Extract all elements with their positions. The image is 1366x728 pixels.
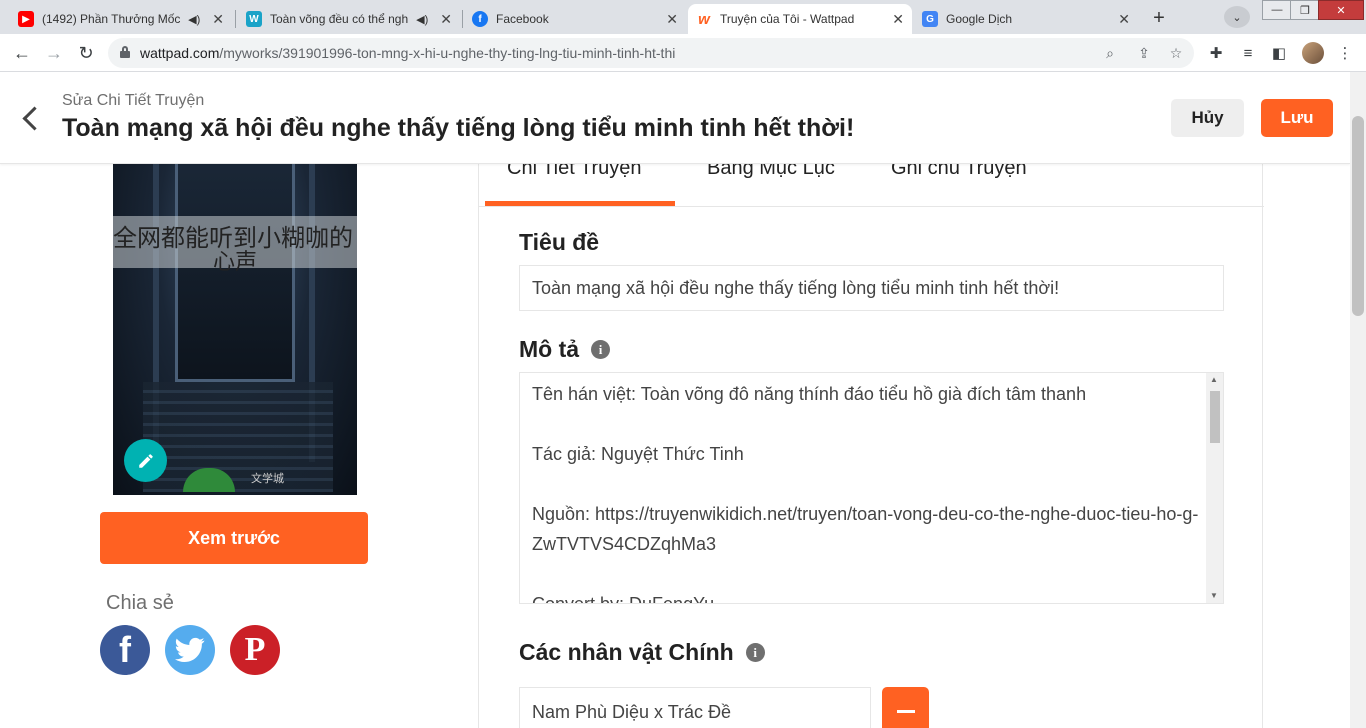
title-label: Tiêu đề	[519, 229, 600, 255]
description-line: Tác giả: Nguyệt Thức Tinh	[532, 444, 744, 464]
bookmark-star-icon[interactable]: ☆	[1166, 43, 1186, 63]
maximize-icon[interactable]: ❐	[1290, 0, 1320, 20]
back-chevron-icon[interactable]	[20, 104, 44, 134]
pencil-icon	[138, 453, 153, 468]
page-content: Chi Tiết Truyện Bảng Mục Lục Ghi chú Tru…	[0, 72, 1350, 728]
speaker-icon[interactable]: ◀)	[416, 13, 428, 26]
description-line: Tên hán việt: Toàn võng đô năng thính đá…	[532, 384, 1087, 404]
cover-title-line2: 心声	[212, 250, 257, 275]
pinterest-share-icon[interactable]: P	[230, 625, 280, 675]
title-input[interactable]: Toàn mạng xã hội đều nghe thấy tiếng lòn…	[519, 265, 1224, 311]
browser-tab-facebook[interactable]: f Facebook ✕	[464, 4, 686, 34]
share-icon[interactable]: ⇪	[1134, 43, 1154, 63]
close-window-icon[interactable]: ✕	[1318, 0, 1364, 20]
browser-tab-title: Google Dịch	[946, 12, 1013, 26]
address-bar[interactable]: wattpad.com/myworks/391901996-ton-mng-x-…	[108, 38, 1194, 68]
page-scrollbar-thumb[interactable]	[1352, 116, 1364, 316]
scrollbar-thumb[interactable]	[1210, 391, 1220, 443]
extensions-puzzle-icon[interactable]: ✚	[1205, 43, 1227, 63]
info-icon[interactable]: i	[745, 643, 765, 662]
cancel-button[interactable]: Hủy	[1171, 99, 1244, 137]
forward-arrow-icon[interactable]: →	[40, 40, 68, 66]
scroll-down-icon[interactable]: ▼	[1210, 591, 1218, 600]
close-tab-icon[interactable]: ✕	[212, 11, 224, 28]
youtube-icon: ▶	[18, 11, 34, 27]
close-tab-icon[interactable]: ✕	[666, 11, 678, 28]
twitter-share-icon[interactable]	[165, 625, 215, 675]
facebook-icon: f	[472, 11, 488, 27]
browser-tab-title: (1492) Phần Thưởng Mốc	[42, 12, 181, 26]
cover-art	[143, 382, 333, 492]
browser-menu-icon[interactable]: ⋮	[1334, 43, 1356, 63]
speaker-icon[interactable]: ◀)	[188, 13, 200, 26]
wikidich-icon: W	[246, 11, 262, 27]
page-title: Toàn mạng xã hội đều nghe thấy tiếng lòn…	[62, 114, 855, 142]
description-label-row: Mô tả i	[519, 336, 611, 363]
description-text: Tên hán việt: Toàn võng đô năng thính đá…	[532, 379, 1204, 604]
active-tab-indicator	[485, 201, 675, 206]
reload-icon[interactable]: ↻	[72, 40, 100, 66]
character-input[interactable]: Nam Phù Diệu x Trác Đề	[519, 687, 871, 728]
url-path: /myworks/391901996-ton-mng-x-hi-u-nghe-t…	[219, 45, 676, 61]
share-label: Chia sẻ	[106, 592, 174, 614]
facebook-share-icon[interactable]: f	[100, 625, 150, 675]
minimize-icon[interactable]: —	[1262, 0, 1292, 20]
browser-tab-youtube[interactable]: ▶ (1492) Phần Thưởng Mốc ◀) ✕	[10, 4, 232, 34]
close-tab-icon[interactable]: ✕	[440, 11, 452, 28]
description-line	[532, 559, 1204, 589]
minus-icon	[896, 709, 915, 713]
browser-tab-bar: ▶ (1492) Phần Thưởng Mốc ◀) ✕ W Toàn võn…	[0, 0, 1366, 34]
save-button[interactable]: Lưu	[1261, 99, 1333, 137]
description-line	[532, 469, 1204, 499]
browser-tab-google-translate[interactable]: G Google Dịch ✕	[914, 4, 1138, 34]
tab-search-icon[interactable]: ⌄	[1224, 6, 1250, 28]
description-label: Mô tả	[519, 336, 580, 362]
profile-avatar[interactable]	[1302, 42, 1324, 64]
google-translate-icon: G	[922, 11, 938, 27]
browser-toolbar: ← → ↻ wattpad.com/myworks/391901996-ton-…	[0, 34, 1366, 72]
zoom-icon[interactable]: ⌕	[1100, 43, 1120, 63]
characters-label: Các nhân vật Chính	[519, 639, 734, 665]
lock-icon[interactable]	[120, 46, 130, 58]
browser-tab-wikidich[interactable]: W Toàn võng đều có thể ngh ◀) ✕	[238, 4, 460, 34]
story-details-panel: Chi Tiết Truyện Bảng Mục Lục Ghi chú Tru…	[478, 112, 1264, 728]
description-line	[532, 409, 1204, 439]
page-scrollbar[interactable]	[1350, 72, 1366, 728]
edit-cover-button[interactable]	[124, 439, 167, 482]
url-host: wattpad.com	[140, 45, 220, 61]
cover-publisher: 文学城	[251, 473, 284, 485]
media-control-icon[interactable]: ≡	[1237, 43, 1259, 63]
scroll-up-icon[interactable]: ▲	[1210, 375, 1218, 384]
new-tab-icon[interactable]: +	[1146, 6, 1172, 30]
characters-label-row: Các nhân vật Chính i	[519, 639, 765, 666]
remove-character-button[interactable]	[882, 687, 929, 728]
browser-tab-title: Facebook	[496, 12, 549, 26]
close-tab-icon[interactable]: ✕	[1118, 11, 1130, 28]
url-text[interactable]: wattpad.com/myworks/391901996-ton-mng-x-…	[140, 45, 675, 61]
preview-button[interactable]: Xem trước	[100, 512, 368, 564]
description-textarea[interactable]: Tên hán việt: Toàn võng đô năng thính đá…	[519, 372, 1224, 604]
side-panel-icon[interactable]: ◧	[1268, 43, 1290, 63]
tab-separator	[462, 10, 463, 28]
tab-separator	[235, 10, 236, 28]
browser-tab-title: Truyện của Tôi - Wattpad	[720, 12, 855, 26]
description-line: Convert by: DuFengYu	[532, 594, 715, 604]
back-arrow-icon[interactable]: ←	[8, 40, 36, 66]
page-subtitle: Sửa Chi Tiết Truyện	[62, 92, 205, 109]
description-scrollbar[interactable]: ▲ ▼	[1206, 373, 1223, 603]
wattpad-icon: w	[698, 10, 710, 28]
browser-tab-wattpad[interactable]: w Truyện của Tôi - Wattpad ✕	[688, 4, 912, 34]
twitter-bird-icon	[175, 637, 205, 662]
info-icon[interactable]: i	[591, 340, 611, 359]
description-line: Nguồn: https://truyenwikidich.net/truyen…	[532, 504, 1199, 554]
close-tab-icon[interactable]: ✕	[892, 11, 904, 28]
browser-tab-title: Toàn võng đều có thể ngh	[270, 12, 409, 26]
edit-story-header: Sửa Chi Tiết Truyện Toàn mạng xã hội đều…	[0, 72, 1350, 164]
